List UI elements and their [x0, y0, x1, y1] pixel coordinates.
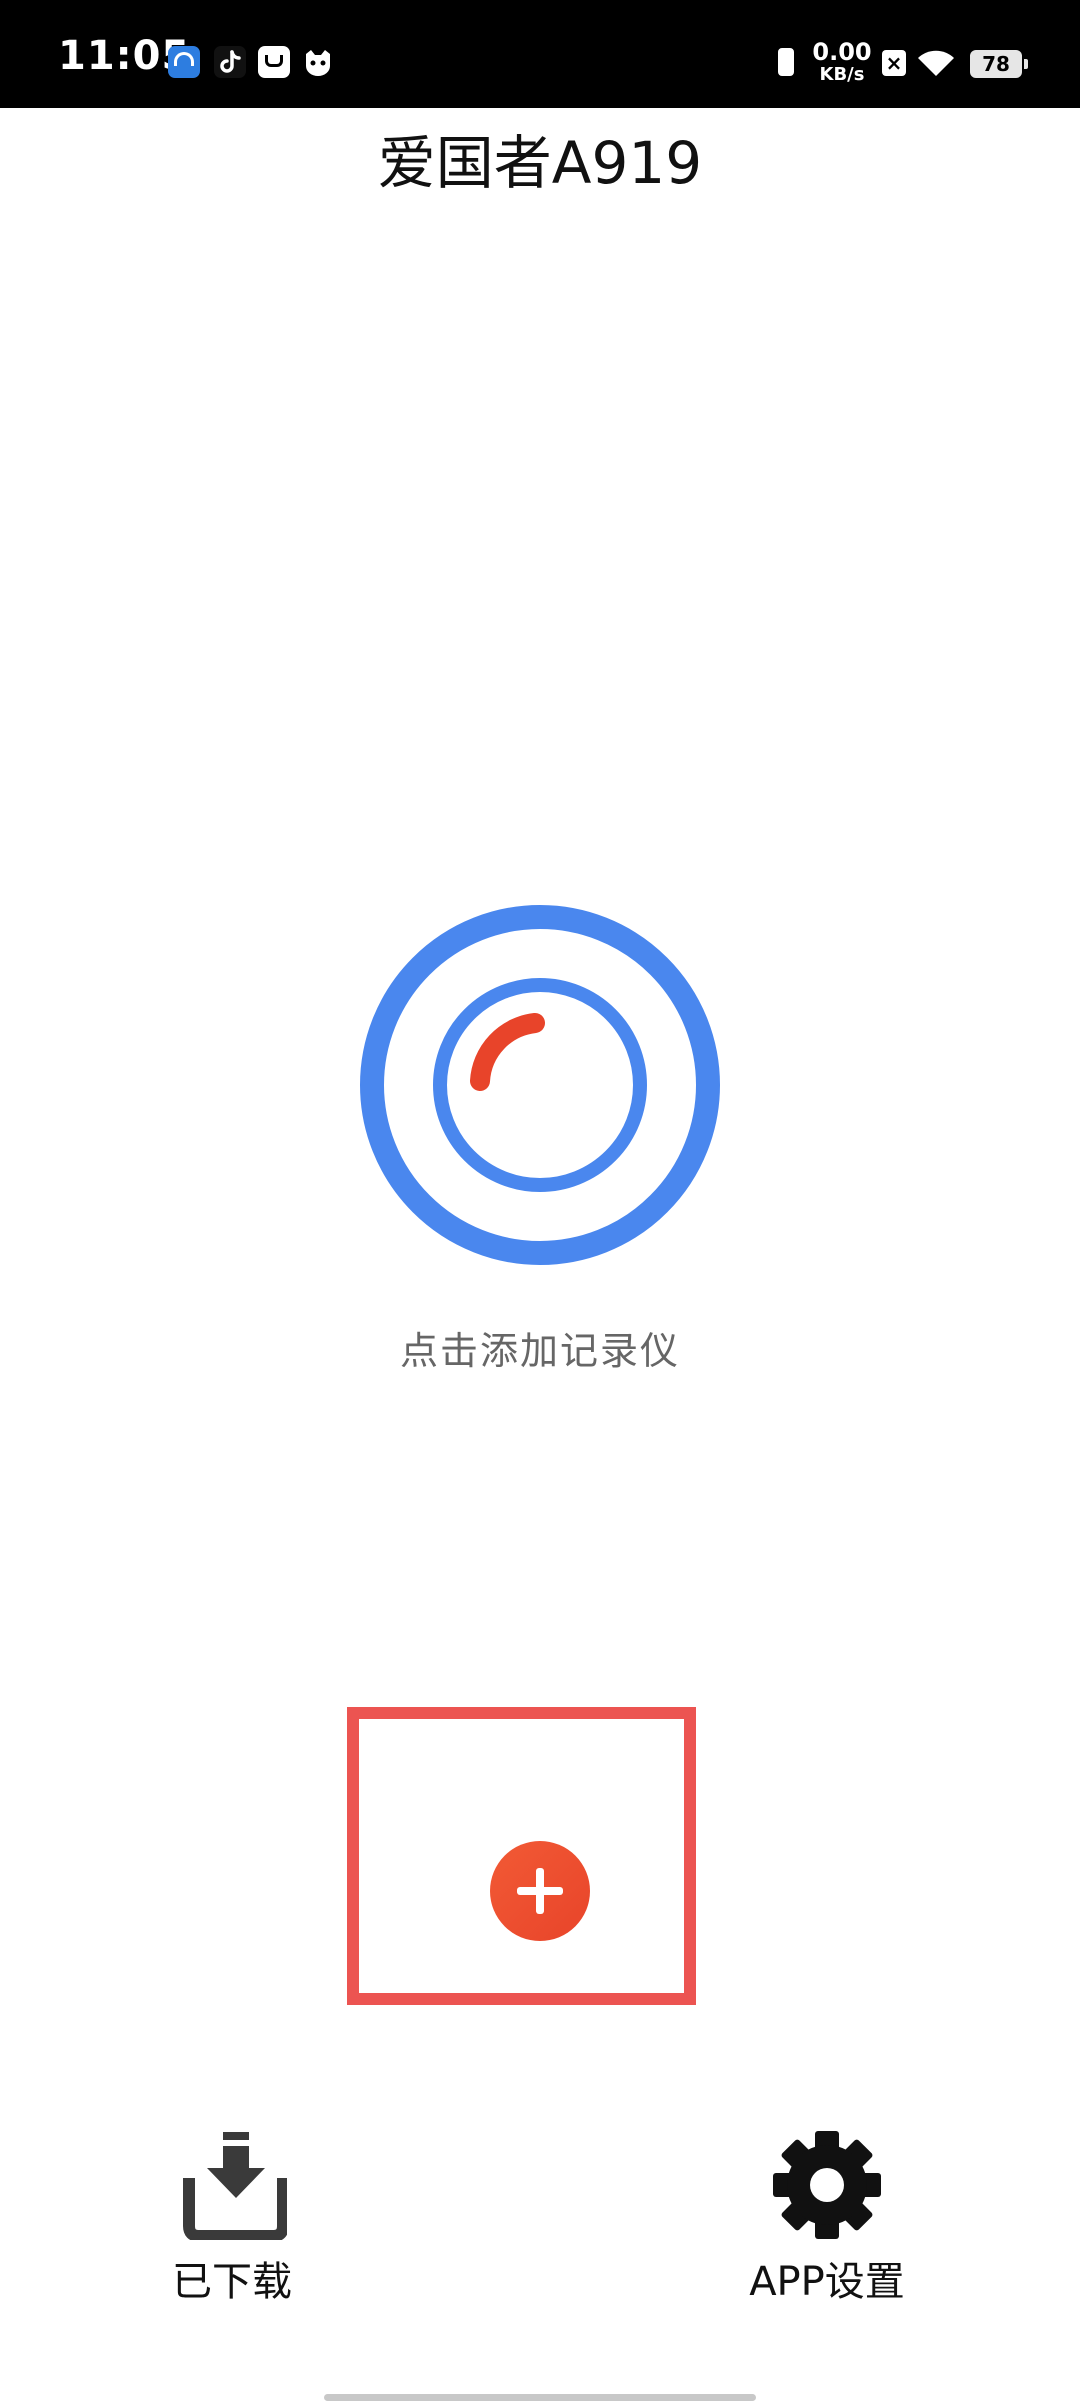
nav-app-settings-label: APP设置: [749, 2259, 905, 2305]
page-title: 爱国者A919: [377, 129, 703, 197]
nav-downloaded[interactable]: 已下载: [112, 2130, 352, 2306]
nav-downloaded-label: 已下载: [172, 2259, 292, 2305]
cat-app-icon: [302, 46, 334, 78]
network-speed-unit: KB/s: [819, 64, 865, 85]
download-tray-icon: [183, 2132, 287, 2240]
add-recorder-button[interactable]: [490, 1841, 590, 1941]
mail-icon: [258, 46, 290, 78]
nav-app-settings[interactable]: APP设置: [707, 2130, 947, 2306]
gear-icon: [773, 2131, 881, 2239]
baidu-netdisk-icon: [168, 46, 200, 78]
network-speed: 0.00 KB/s: [812, 40, 872, 84]
gesture-bar[interactable]: [324, 2394, 756, 2401]
plus-icon-vertical: [536, 1868, 544, 1914]
network-speed-value: 0.00: [812, 38, 872, 66]
no-sim-icon: ×: [882, 50, 906, 76]
vibrate-icon: [778, 48, 794, 76]
screen: 11:05 0.00 KB/s × 78 爱国者A919 点击添加记录仪 已下载…: [0, 0, 1080, 2408]
dashcam-lens-icon[interactable]: [360, 905, 720, 1265]
add-recorder-hint[interactable]: 点击添加记录仪: [0, 1320, 1080, 1375]
wifi-icon: [916, 46, 956, 82]
status-bar: 11:05 0.00 KB/s × 78: [0, 0, 1080, 108]
battery-icon: 78: [970, 50, 1028, 78]
status-right: 0.00 KB/s × 78: [760, 0, 1080, 108]
tiktok-icon: [214, 46, 246, 78]
